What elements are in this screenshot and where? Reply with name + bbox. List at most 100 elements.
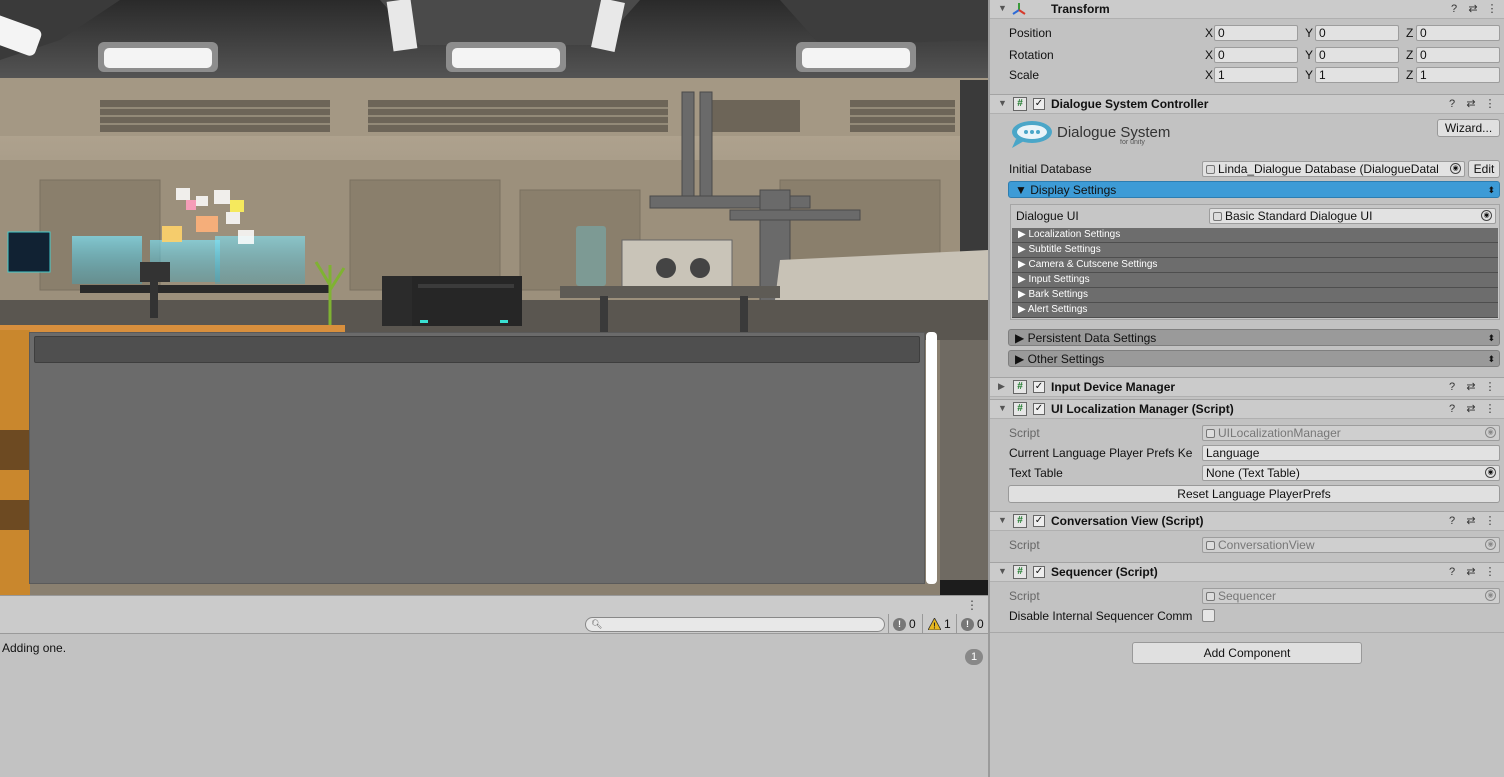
preset-icon[interactable]: ⇄ — [1466, 2, 1480, 16]
ui-localization-manager-header[interactable]: ▼ # ✓ UI Localization Manager (Script) ?… — [990, 399, 1504, 419]
kebab-menu-icon[interactable]: ⋮ — [1483, 565, 1497, 579]
enabled-checkbox[interactable]: ✓ — [1033, 98, 1045, 110]
foldout-arrow-icon[interactable]: ▼ — [998, 515, 1007, 525]
help-icon[interactable]: ? — [1445, 380, 1459, 394]
console-panel: ⋮ 🔍︎ ! 0 ! 1 ! 0 Adding one. 1 — [0, 595, 988, 777]
kebab-menu-icon[interactable]: ⋮ — [1483, 380, 1497, 394]
kebab-menu-icon[interactable]: ⋮ — [1483, 402, 1497, 416]
game-view[interactable] — [0, 0, 988, 595]
input-device-manager-header[interactable]: ▶ # ✓ Input Device Manager ? ⇄ ⋮ — [990, 377, 1504, 397]
add-component-button[interactable]: Add Component — [1132, 642, 1362, 664]
scale-x-field[interactable]: 1 — [1214, 67, 1298, 83]
rotation-z-field[interactable]: 0 — [1416, 47, 1500, 63]
foldout-arrow-icon: ▼ — [1015, 183, 1027, 197]
script-field: Sequencer ◉ — [1202, 588, 1500, 604]
dialogue-scrollbar[interactable] — [926, 332, 937, 584]
kebab-menu-icon[interactable]: ⋮ — [1485, 2, 1499, 16]
y-label: Y — [1305, 68, 1314, 82]
localization-settings-foldout[interactable]: ▶ Localization Settings — [1012, 228, 1498, 243]
other-settings-foldout[interactable]: ▶ Other Settings ⬍ — [1008, 350, 1500, 367]
edit-database-button[interactable]: Edit — [1468, 160, 1500, 178]
foldout-arrow-icon[interactable]: ▼ — [998, 98, 1007, 108]
help-icon[interactable]: ? — [1445, 514, 1459, 528]
disable-internal-sequencer-label: Disable Internal Sequencer Comm — [1009, 609, 1193, 623]
camera-cutscene-settings-foldout[interactable]: ▶ Camera & Cutscene Settings — [1012, 258, 1498, 273]
enabled-checkbox[interactable]: ✓ — [1033, 403, 1045, 415]
sequencer-header[interactable]: ▼ # ✓ Sequencer (Script) ? ⇄ ⋮ — [990, 562, 1504, 582]
object-picker-icon[interactable]: ◉ — [1481, 210, 1492, 221]
error-icon: ! — [893, 617, 906, 631]
scale-label: Scale — [1009, 68, 1040, 82]
help-icon[interactable]: ? — [1445, 565, 1459, 579]
component-title: Dialogue System Controller — [1051, 97, 1209, 111]
enabled-checkbox[interactable]: ✓ — [1033, 515, 1045, 527]
warning-count: 1 — [944, 617, 951, 631]
dialogue-system-controller-header[interactable]: ▼ # ✓ Dialogue System Controller ? ⇄ ⋮ — [990, 94, 1504, 114]
alert-settings-foldout[interactable]: ▶ Alert Settings — [1012, 303, 1498, 318]
script-label: Script — [1009, 426, 1040, 440]
foldout-arrow-icon[interactable]: ▼ — [998, 3, 1007, 13]
component-title: Sequencer (Script) — [1051, 565, 1158, 579]
foldout-arrow-icon[interactable]: ▶ — [998, 381, 1005, 392]
script-label: Script — [1009, 538, 1040, 552]
dialogue-ui-field[interactable]: Basic Standard Dialogue UI ◉ — [1209, 208, 1496, 224]
console-search-input[interactable]: 🔍︎ — [585, 617, 885, 632]
reset-language-button[interactable]: Reset Language PlayerPrefs — [1008, 485, 1500, 503]
position-z-field[interactable]: 0 — [1416, 25, 1500, 41]
transform-header[interactable]: ▼ Transform ? ⇄ ⋮ — [990, 0, 1504, 19]
console-log-entry[interactable]: Adding one. — [2, 641, 66, 655]
warning-count-toggle[interactable]: ! 1 — [922, 614, 956, 634]
dialogue-panel — [29, 332, 925, 584]
preset-icon[interactable]: ⇄ — [1464, 402, 1478, 416]
unity-editor: ⋮ 🔍︎ ! 0 ! 1 ! 0 Adding one. 1 ▼ Transfo… — [0, 0, 1504, 777]
current-language-field[interactable]: Language — [1202, 445, 1500, 461]
object-picker-icon[interactable]: ◉ — [1485, 467, 1496, 478]
preset-icon[interactable]: ⇄ — [1464, 380, 1478, 394]
enabled-checkbox[interactable]: ✓ — [1033, 381, 1045, 393]
updown-arrow-icon: ⬍ — [1487, 333, 1495, 343]
script-icon: # — [1013, 565, 1027, 579]
subtitle-settings-foldout[interactable]: ▶ Subtitle Settings — [1012, 243, 1498, 258]
conversation-view-header[interactable]: ▼ # ✓ Conversation View (Script) ? ⇄ ⋮ — [990, 511, 1504, 531]
initial-database-field[interactable]: Linda_Dialogue Database (DialogueDatal ◉ — [1202, 161, 1465, 177]
subsection-label: Subtitle Settings — [1028, 244, 1101, 255]
scale-y-field[interactable]: 1 — [1315, 67, 1399, 83]
script-icon: # — [1013, 514, 1027, 528]
scale-z-field[interactable]: 1 — [1416, 67, 1500, 83]
persistent-data-settings-foldout[interactable]: ▶ Persistent Data Settings ⬍ — [1008, 329, 1500, 346]
preset-icon[interactable]: ⇄ — [1464, 514, 1478, 528]
preset-icon[interactable]: ⇄ — [1464, 97, 1478, 111]
dialogue-ui-value: Basic Standard Dialogue UI — [1225, 209, 1373, 223]
kebab-menu-icon[interactable]: ⋮ — [966, 597, 978, 613]
script-field: UILocalizationManager ◉ — [1202, 425, 1500, 441]
text-table-field[interactable]: None (Text Table) ◉ — [1202, 465, 1500, 481]
help-icon[interactable]: ? — [1447, 2, 1461, 16]
error-count-toggle[interactable]: ! 0 — [888, 614, 922, 634]
display-settings-foldout[interactable]: ▼ Display Settings ⬍ — [1008, 181, 1500, 198]
initial-database-value: Linda_Dialogue Database (DialogueDatal — [1218, 162, 1439, 176]
position-y-field[interactable]: 0 — [1315, 25, 1399, 41]
input-settings-foldout[interactable]: ▶ Input Settings — [1012, 273, 1498, 288]
x-label: X — [1205, 26, 1214, 40]
rotation-x-field[interactable]: 0 — [1214, 47, 1298, 63]
preset-icon[interactable]: ⇄ — [1464, 565, 1478, 579]
kebab-menu-icon[interactable]: ⋮ — [1483, 514, 1497, 528]
subsection-label: Localization Settings — [1028, 229, 1121, 240]
help-icon[interactable]: ? — [1445, 402, 1459, 416]
foldout-arrow-icon[interactable]: ▼ — [998, 566, 1007, 576]
text-table-value: None (Text Table) — [1206, 466, 1300, 480]
message-count: 0 — [977, 617, 984, 631]
bark-settings-foldout[interactable]: ▶ Bark Settings — [1012, 288, 1498, 303]
rotation-y-field[interactable]: 0 — [1315, 47, 1399, 63]
disable-internal-sequencer-checkbox[interactable] — [1202, 609, 1215, 622]
wizard-button[interactable]: Wizard... — [1437, 119, 1500, 137]
component-title: Input Device Manager — [1051, 380, 1176, 394]
help-icon[interactable]: ? — [1445, 97, 1459, 111]
kebab-menu-icon[interactable]: ⋮ — [1483, 97, 1497, 111]
script-label: Script — [1009, 589, 1040, 603]
object-picker-icon[interactable]: ◉ — [1450, 163, 1461, 174]
position-x-field[interactable]: 0 — [1214, 25, 1298, 41]
foldout-arrow-icon[interactable]: ▼ — [998, 403, 1007, 413]
enabled-checkbox[interactable]: ✓ — [1033, 566, 1045, 578]
message-count-toggle[interactable]: ! 0 — [956, 614, 988, 634]
